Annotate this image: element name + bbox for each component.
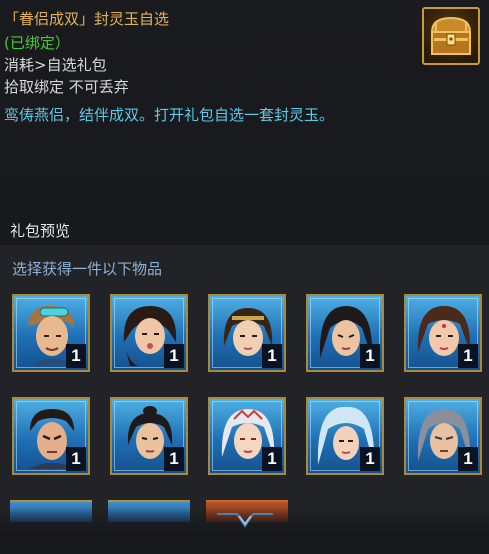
chevron-down-icon[interactable] — [217, 510, 273, 534]
reward-slot[interactable]: 1 — [404, 294, 482, 372]
item-quantity: 1 — [458, 344, 478, 368]
item-quantity: 1 — [66, 344, 86, 368]
reward-slot[interactable]: 1 — [12, 397, 90, 475]
treasure-chest-icon — [422, 7, 480, 65]
reward-slot[interactable]: 1 — [404, 397, 482, 475]
item-quantity: 1 — [262, 344, 282, 368]
reward-slot[interactable]: 1 — [12, 294, 90, 372]
reward-slot[interactable]: 1 — [208, 397, 286, 475]
reward-slot[interactable]: 1 — [306, 397, 384, 475]
item-title: 「眷侣成双」封灵玉自选 — [4, 10, 170, 28]
item-tooltip-panel: 「眷侣成双」封灵玉自选 (已绑定） 消耗>自选礼包 拾取绑定 不可丢弃 鸾俦燕侣… — [0, 0, 489, 554]
reward-slot[interactable]: 1 — [110, 294, 188, 372]
reward-slot[interactable]: 1 — [306, 294, 384, 372]
consume-type: 消耗>自选礼包 — [4, 56, 107, 74]
select-instruction: 选择获得一件以下物品 — [12, 260, 163, 278]
preview-title: 礼包预览 — [10, 222, 71, 240]
item-quantity: 1 — [262, 447, 282, 471]
bound-status: (已绑定） — [4, 34, 70, 52]
reward-slot[interactable]: 1 — [110, 397, 188, 475]
item-quantity: 1 — [360, 344, 380, 368]
item-quantity: 1 — [164, 447, 184, 471]
item-quantity: 1 — [458, 447, 478, 471]
item-quantity: 1 — [164, 344, 184, 368]
item-quantity: 1 — [66, 447, 86, 471]
reward-slot[interactable]: 1 — [208, 294, 286, 372]
bind-info: 拾取绑定 不可丢弃 — [4, 78, 129, 96]
item-description: 鸾俦燕侣，结伴成双。打开礼包自选一套封灵玉。 — [4, 106, 335, 124]
item-quantity: 1 — [360, 447, 380, 471]
